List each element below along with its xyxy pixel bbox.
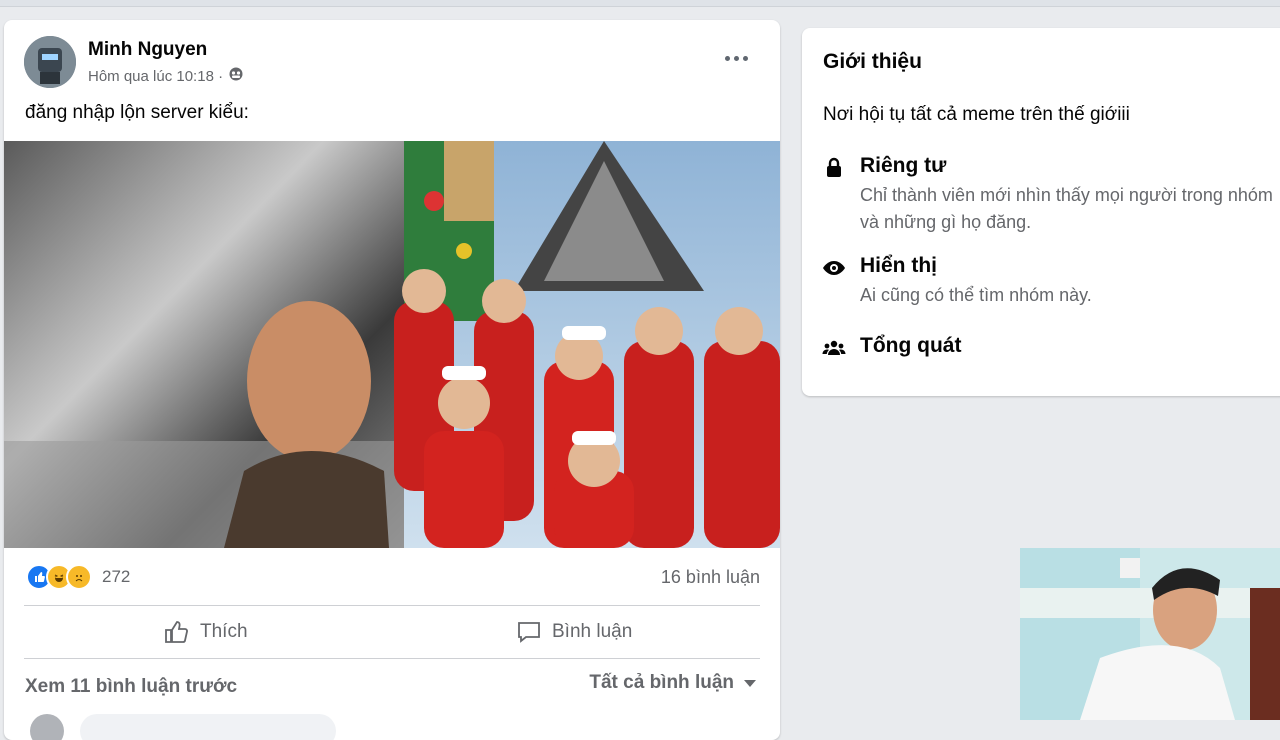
comment-button[interactable]: Bình luận	[516, 618, 632, 646]
about-item-title: Hiển thị	[860, 254, 937, 277]
dot-icon	[742, 55, 748, 61]
eye-icon	[823, 261, 845, 275]
post-meta: Hôm qua lúc 10:18 ·	[88, 67, 243, 85]
commenter-avatar[interactable]	[30, 714, 64, 740]
comment-filter-label: Tất cả bình luận	[589, 672, 734, 693]
dot-icon	[724, 55, 730, 61]
about-title: Giới thiệu	[823, 50, 922, 73]
like-button[interactable]: Thích	[164, 618, 248, 646]
author-avatar[interactable]	[24, 36, 76, 88]
about-item-desc: Ai cũng có thể tìm nhóm này.	[860, 285, 1092, 305]
post-text: đăng nhập lộn server kiểu:	[25, 102, 249, 123]
people-icon	[822, 340, 846, 355]
thumbs-up-icon	[165, 621, 188, 643]
about-item-visibility: Hiển thị Ai cũng có thể tìm nhóm này.	[822, 254, 1280, 309]
sad-reaction-icon	[66, 564, 92, 590]
reaction-count[interactable]: 272	[102, 567, 130, 587]
about-item-title: Riêng tư	[860, 154, 947, 177]
comment-label: Bình luận	[552, 621, 633, 642]
reaction-summary[interactable]: 272	[26, 564, 130, 590]
speech-bubble-icon	[518, 622, 540, 643]
about-description: Nơi hội tụ tất cả meme trên thế giớiii	[823, 104, 1130, 125]
lock-icon	[827, 157, 841, 177]
group-audience-icon	[229, 67, 243, 85]
like-label: Thích	[200, 621, 248, 642]
about-item-desc: Chỉ thành viên mới nhìn thấy mọi người t…	[860, 185, 1273, 232]
post-photo[interactable]	[4, 141, 780, 548]
post-timestamp[interactable]: Hôm qua lúc 10:18 ·	[88, 68, 223, 85]
post-options-button[interactable]	[718, 46, 754, 70]
view-previous-comments-link[interactable]: Xem 11 bình luận trước	[25, 676, 237, 698]
about-item-privacy: Riêng tư Chỉ thành viên mới nhìn thấy mọ…	[822, 154, 1280, 236]
about-card: Giới thiệu Nơi hội tụ tất cả meme trên t…	[802, 28, 1280, 396]
about-item-title: Tổng quát	[860, 334, 962, 357]
dot-icon	[733, 55, 739, 61]
divider	[24, 605, 760, 606]
about-item-general: Tổng quát	[822, 334, 961, 360]
caret-down-icon	[744, 679, 756, 687]
comment-filter-dropdown[interactable]: Tất cả bình luận	[589, 672, 756, 694]
comment-bubble[interactable]	[80, 714, 336, 740]
post-card: Minh Nguyen Hôm qua lúc 10:18 · đăng nhậ…	[4, 20, 780, 740]
author-name[interactable]: Minh Nguyen	[88, 39, 207, 61]
comment-count[interactable]: 16 bình luận	[661, 567, 760, 588]
divider	[24, 658, 760, 659]
browser-top-edge	[0, 0, 1280, 7]
webcam-overlay	[1020, 548, 1280, 720]
